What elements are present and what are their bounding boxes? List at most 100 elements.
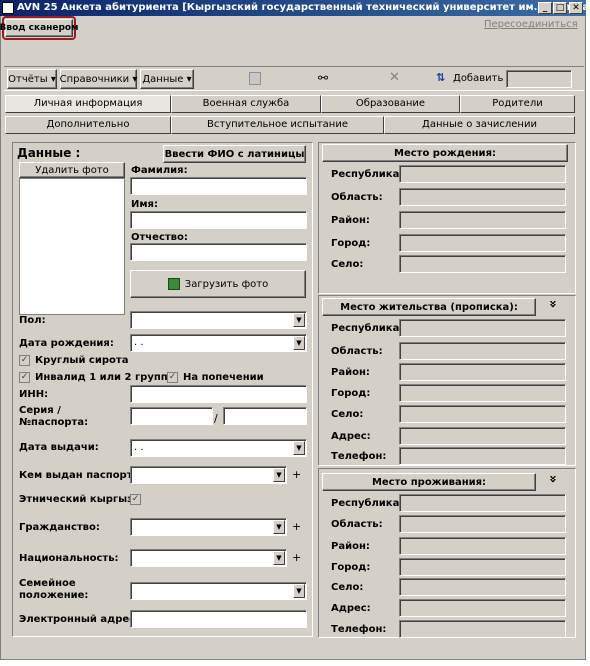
maximize-button[interactable]: □ <box>553 2 567 14</box>
name-input[interactable] <box>130 211 307 229</box>
close-button[interactable]: ✕ <box>569 2 583 14</box>
tab-parents[interactable]: Родители <box>460 95 575 113</box>
surname-input[interactable] <box>130 177 307 195</box>
expand-residence-icon[interactable]: » <box>545 300 560 308</box>
residence-republic-label: Республика: <box>331 323 404 334</box>
living-republic-field[interactable] <box>399 494 566 512</box>
chevron-down-icon[interactable]: ▼ <box>273 551 285 565</box>
residence-city-label: Город: <box>331 388 371 399</box>
ethnic-kyrgyz-label: Этнический кыргыз: <box>19 494 137 505</box>
residence-village-field[interactable] <box>399 405 566 423</box>
living-address-field[interactable] <box>399 599 566 617</box>
add-button-label[interactable]: Добавить <box>453 73 503 84</box>
toolbar-search-input[interactable] <box>506 70 572 88</box>
minimize-button[interactable]: _ <box>538 2 552 14</box>
birthplace-region-field[interactable] <box>399 188 566 206</box>
chevron-down-icon[interactable]: ▼ <box>293 313 305 327</box>
family-status-select[interactable]: ▼ <box>130 582 307 600</box>
passport-separator: / <box>214 412 218 425</box>
residence-city-field[interactable] <box>399 384 566 402</box>
passport-number-input[interactable] <box>223 407 307 425</box>
load-photo-button[interactable]: Загрузить фото <box>130 270 306 298</box>
birth-date-value: . . <box>134 337 144 348</box>
living-district-field[interactable] <box>399 537 566 555</box>
email-input[interactable] <box>130 610 307 628</box>
residence-region-label: Область: <box>331 346 383 357</box>
photo-frame <box>19 178 125 315</box>
residence-title-button[interactable]: Место жительства (прописка): <box>322 298 536 316</box>
living-region-label: Область: <box>331 519 383 530</box>
delete-icon[interactable]: ✕ <box>389 70 400 85</box>
orphan-checkbox[interactable]: ✓ <box>19 355 30 366</box>
tab-military-service[interactable]: Военная служба <box>171 95 321 113</box>
tab-personal-info[interactable]: Личная информация <box>5 95 171 113</box>
reports-menu-button[interactable]: Отчёты ▾ <box>7 69 57 89</box>
family-status-label: Семейное положение: <box>19 578 89 601</box>
inn-input[interactable] <box>130 385 307 403</box>
reconnect-link[interactable]: Пересоединиться <box>484 19 578 30</box>
delete-photo-button[interactable]: Удалить фото <box>19 162 125 178</box>
add-icon[interactable]: ⇅ <box>436 71 445 84</box>
scanner-input-button[interactable]: Ввод сканером <box>0 19 78 37</box>
binoculars-icon[interactable]: ⚯ <box>318 71 328 85</box>
chevron-down-icon[interactable]: ▼ <box>293 336 305 350</box>
living-city-field[interactable] <box>399 558 566 576</box>
residence-region-field[interactable] <box>399 342 566 360</box>
add-issued-by-button[interactable]: + <box>292 468 301 481</box>
residence-district-field[interactable] <box>399 363 566 381</box>
issued-by-select[interactable]: ▼ <box>130 466 287 484</box>
chevron-down-icon[interactable]: ▼ <box>293 584 305 598</box>
living-title-button[interactable]: Место проживания: <box>322 473 536 491</box>
birth-date-picker[interactable]: . . ▼ <box>130 334 307 352</box>
latin-name-button[interactable]: Ввести ФИО с латиницы <box>163 145 306 163</box>
birthplace-republic-field[interactable] <box>399 165 566 183</box>
birthplace-republic-label: Республика: <box>331 169 404 180</box>
patronymic-input[interactable] <box>130 243 307 261</box>
patronymic-label: Отчество: <box>131 232 188 243</box>
living-republic-label: Республика: <box>331 498 404 509</box>
invalid-checkbox[interactable]: ✓ <box>19 372 30 383</box>
living-phone-field[interactable] <box>399 620 566 638</box>
tab-additional[interactable]: Дополнительно <box>5 116 171 134</box>
nationality-select[interactable]: ▼ <box>130 549 287 567</box>
living-district-label: Район: <box>331 541 370 552</box>
birthplace-region-label: Область: <box>331 192 383 203</box>
residence-address-field[interactable] <box>399 427 566 445</box>
tab-entrance-exam[interactable]: Вступительное испытание <box>171 116 384 134</box>
citizenship-select[interactable]: ▼ <box>130 518 287 536</box>
birthplace-village-label: Село: <box>331 259 364 270</box>
birthplace-village-field[interactable] <box>399 255 566 273</box>
orphan-label: Круглый сирота <box>35 355 129 366</box>
nationality-label: Национальность: <box>19 553 119 564</box>
passport-label: Серия / №паспорта: <box>19 405 89 428</box>
save-icon[interactable] <box>249 72 261 85</box>
living-region-field[interactable] <box>399 515 566 533</box>
sex-select[interactable]: ▼ <box>130 311 307 329</box>
birthplace-city-field[interactable] <box>399 234 566 252</box>
tab-education[interactable]: Образование <box>321 95 460 113</box>
references-menu-button[interactable]: Справочники ▾ <box>60 69 137 89</box>
tab-enrollment-data[interactable]: Данные о зачислении <box>384 116 575 134</box>
birthplace-title-button[interactable]: Место рождения: <box>322 144 568 162</box>
add-citizenship-button[interactable]: + <box>292 520 301 533</box>
sex-label: Пол: <box>19 315 46 326</box>
data-menu-button[interactable]: Данные ▾ <box>140 69 194 89</box>
chevron-down-icon[interactable]: ▼ <box>273 520 285 534</box>
issue-date-picker[interactable]: . . ▼ <box>130 439 307 457</box>
load-photo-label: Загрузить фото <box>184 278 269 290</box>
guardianship-checkbox[interactable]: ✓ <box>167 372 178 383</box>
passport-series-input[interactable] <box>130 407 213 425</box>
ethnic-kyrgyz-checkbox[interactable]: ✓ <box>130 494 141 505</box>
chevron-down-icon[interactable]: ▼ <box>273 468 285 482</box>
residence-phone-label: Телефон: <box>331 451 387 462</box>
residence-republic-field[interactable] <box>399 319 566 337</box>
add-nationality-button[interactable]: + <box>292 551 301 564</box>
residence-phone-field[interactable] <box>399 447 566 465</box>
inn-label: ИНН: <box>19 389 49 400</box>
expand-living-icon[interactable]: » <box>545 475 560 483</box>
chevron-down-icon[interactable]: ▼ <box>293 441 305 455</box>
birthplace-district-field[interactable] <box>399 211 566 229</box>
citizenship-label: Гражданство: <box>19 522 100 533</box>
living-phone-label: Телефон: <box>331 624 387 635</box>
living-village-field[interactable] <box>399 578 566 596</box>
